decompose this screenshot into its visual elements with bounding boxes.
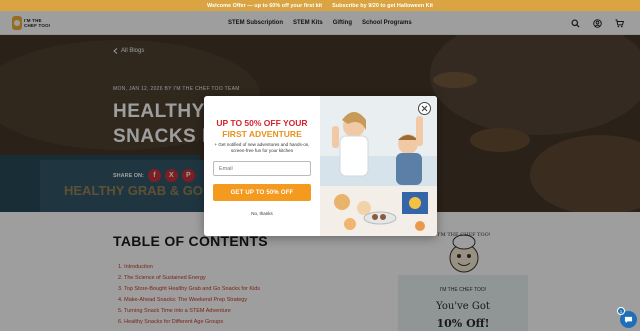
close-modal-button[interactable]: [418, 102, 431, 115]
kids-cooking-photo: [320, 96, 437, 236]
signup-modal: UP TO 50% OFF YOUR FIRST ADVENTURE + Get…: [204, 96, 437, 236]
modal-photo-panel: [320, 96, 437, 236]
email-field[interactable]: [213, 161, 311, 176]
modal-headline-1: UP TO 50% OFF YOUR: [216, 118, 308, 128]
modal-headline-2: FIRST ADVENTURE: [222, 129, 302, 139]
modal-form-panel: UP TO 50% OFF YOUR FIRST ADVENTURE + Get…: [204, 96, 320, 236]
announcement-left[interactable]: Welcome Offer — up to 60% off your first…: [207, 3, 322, 9]
announcement-bar[interactable]: Welcome Offer — up to 60% off your first…: [0, 0, 640, 11]
no-thanks-link[interactable]: No, thanks: [204, 211, 320, 216]
close-icon: [421, 105, 428, 112]
get-discount-button[interactable]: GET UP TO 50% OFF: [213, 184, 311, 201]
page: Welcome Offer — up to 60% off your first…: [0, 0, 640, 331]
announcement-right[interactable]: Subscribe by 9/20 to get Halloween Kit: [332, 3, 433, 9]
chat-button[interactable]: 1: [617, 307, 637, 328]
chat-icon: [624, 316, 633, 323]
modal-subtext: + Get notified of new adventures and han…: [214, 142, 310, 153]
chat-badge: 1: [617, 307, 625, 315]
